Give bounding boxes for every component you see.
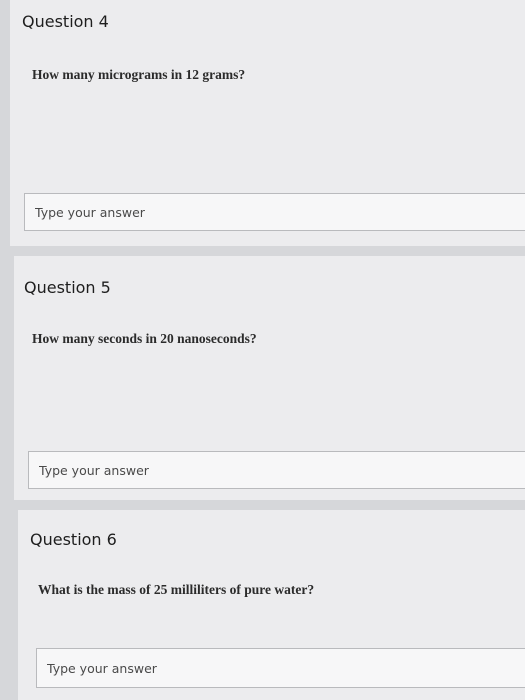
answer-input-q5[interactable] (29, 452, 525, 488)
question-title: Question 5 (24, 278, 111, 297)
answer-field-wrapper (28, 451, 525, 489)
question-title: Question 6 (30, 530, 117, 549)
answer-input-q4[interactable] (25, 194, 525, 230)
question-card-6: Question 6 What is the mass of 25 millil… (18, 510, 525, 700)
question-text: How many seconds in 20 nanoseconds? (32, 331, 257, 346)
question-text: What is the mass of 25 milliliters of pu… (38, 582, 315, 597)
answer-input-q6[interactable] (37, 649, 525, 687)
question-card-4: Question 4 How many micrograms in 12 gra… (10, 0, 525, 246)
question-card-5: Question 5 How many seconds in 20 nanose… (14, 256, 525, 500)
answer-field-wrapper (36, 648, 525, 688)
answer-field-wrapper (24, 193, 525, 231)
question-text: How many micrograms in 12 grams? (32, 67, 246, 82)
question-title: Question 4 (22, 12, 109, 31)
